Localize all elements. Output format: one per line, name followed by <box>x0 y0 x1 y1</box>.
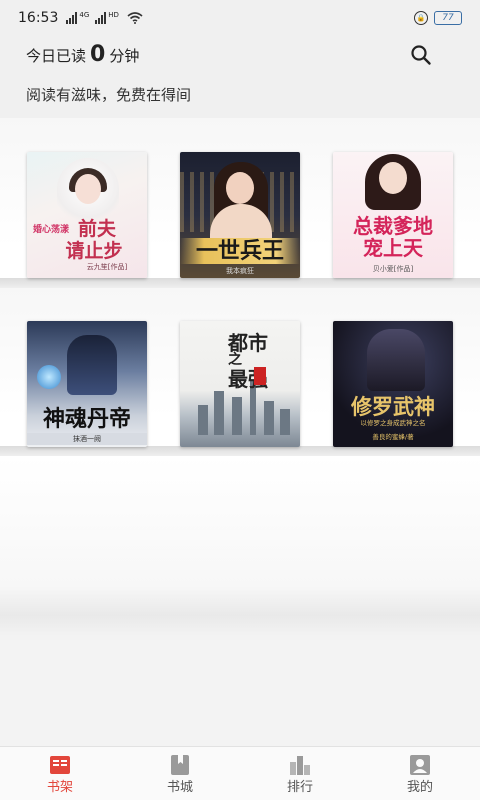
cover-author: 善良的蜜蜂/著 <box>372 433 414 441</box>
rotation-lock-icon: 🔒 <box>414 11 428 25</box>
book-cover[interactable]: 神魂丹帝 抹酒一阙 <box>27 321 147 447</box>
cover-art <box>198 405 208 435</box>
reading-time: 今日已读 0 分钟 <box>26 42 139 70</box>
slogan: 阅读有滋味，免费在得间 <box>26 86 192 104</box>
cover-author: 抹酒一阙 <box>27 433 147 445</box>
book-cover[interactable]: 修罗武神 以修罗之身成武神之名 善良的蜜蜂/著 <box>333 321 453 447</box>
nav-label: 排行 <box>286 780 313 795</box>
signal-icon: HD <box>95 12 119 24</box>
signal-icon: 4G <box>66 12 89 24</box>
cover-title: 神魂丹帝 <box>42 406 131 432</box>
cover-title: 一世兵王 <box>180 238 300 264</box>
status-time: 16:53 <box>18 10 59 26</box>
wifi-icon <box>127 12 143 24</box>
cover-title: 请止步 <box>65 240 123 262</box>
cover-author: 贝小爱[作品] <box>372 265 414 273</box>
nav-item-bookstore[interactable]: 书城 <box>120 747 240 800</box>
cover-tagline: 以修罗之身成武神之名 <box>360 419 426 427</box>
battery-icon: 77 <box>434 11 462 25</box>
nav-item-ranking[interactable]: 排行 <box>240 747 360 800</box>
signal-label: HD <box>108 11 119 19</box>
book-cover[interactable]: 一世兵王 我本疯狂 <box>180 152 300 278</box>
shelf-divider <box>0 446 480 456</box>
book-cover[interactable]: 婚心荡漾 前夫 请止步 云九笙[作品] <box>27 152 147 278</box>
cover-art <box>367 329 425 391</box>
reading-time-minutes: 0 <box>90 42 106 67</box>
profile-icon <box>410 755 430 775</box>
nav-label: 书架 <box>46 780 73 795</box>
nav-label: 书城 <box>166 780 193 795</box>
nav-label: 我的 <box>406 780 433 795</box>
empty-shelf-area <box>0 456 480 746</box>
book-cover[interactable]: 都市 之 最强 <box>180 321 300 447</box>
ranking-icon <box>290 756 310 775</box>
status-bar: 16:53 4G HD 🔒 77 <box>0 0 480 36</box>
signal-label: 4G <box>79 11 90 19</box>
cover-author: 我本疯狂 <box>226 267 254 275</box>
cover-author: 云九笙[作品] <box>86 263 128 271</box>
bottom-nav: 书架 书城 排行 我的 <box>0 746 480 800</box>
search-icon[interactable] <box>408 42 434 68</box>
book-cover[interactable]: 总裁爹地 宠上天 贝小爱[作品] <box>333 152 453 278</box>
seal-icon <box>254 367 266 385</box>
nav-item-profile[interactable]: 我的 <box>360 747 480 800</box>
bookstore-icon <box>171 755 189 775</box>
nav-item-bookshelf[interactable]: 书架 <box>0 747 120 800</box>
shelf-divider <box>0 278 480 288</box>
cover-art <box>67 335 117 395</box>
reading-time-prefix: 今日已读 <box>26 47 87 65</box>
reading-time-suffix: 分钟 <box>109 47 140 65</box>
bookshelf-icon <box>50 756 70 774</box>
cover-title: 宠上天 <box>363 236 423 260</box>
